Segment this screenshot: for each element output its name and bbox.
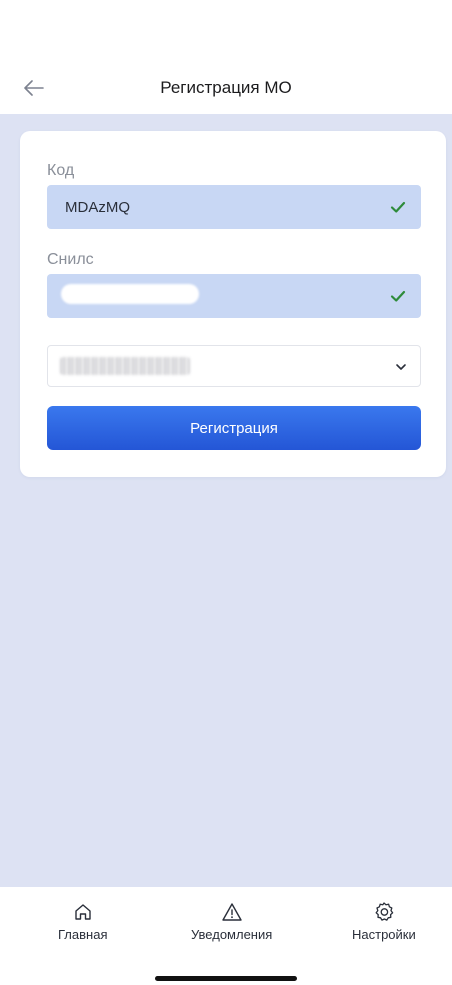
- home-indicator: [155, 976, 297, 981]
- snils-label: Снилс: [47, 251, 94, 268]
- nav-item-home[interactable]: Главная: [58, 901, 107, 942]
- chevron-down-icon: [396, 364, 406, 370]
- page-title: Регистрация МО: [160, 78, 292, 97]
- bottom-nav: Главная Уведомления Настройки: [0, 887, 452, 985]
- nav-item-notifications[interactable]: Уведомления: [191, 901, 272, 942]
- redacted-select-value: [60, 357, 190, 375]
- nav-item-settings[interactable]: Настройки: [352, 901, 416, 942]
- code-label: Код: [47, 162, 75, 179]
- organization-select[interactable]: [47, 345, 421, 387]
- nav-label-home: Главная: [58, 927, 108, 942]
- home-icon: [75, 904, 91, 920]
- registration-card: Код MDAzMQ Снилс Регистрация: [20, 131, 446, 477]
- snils-field[interactable]: [47, 274, 421, 318]
- code-field[interactable]: MDAzMQ: [47, 185, 421, 229]
- check-icon: [390, 290, 406, 302]
- register-button[interactable]: Регистрация: [47, 406, 421, 450]
- check-icon: [390, 201, 406, 213]
- code-value: MDAzMQ: [65, 199, 130, 216]
- warning-icon: [221, 903, 242, 921]
- top-bar: Регистрация МО: [0, 0, 452, 114]
- redacted-snils-value: [61, 284, 199, 304]
- gear-icon: [375, 902, 394, 921]
- nav-label-settings: Настройки: [352, 927, 416, 942]
- nav-label-notifications: Уведомления: [191, 927, 273, 942]
